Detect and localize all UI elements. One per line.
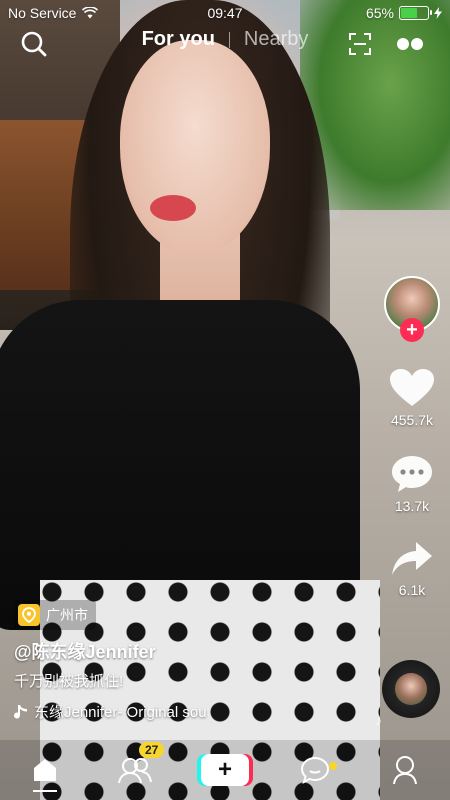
friends-badge: 27 (139, 742, 165, 758)
nav-me[interactable] (381, 750, 429, 790)
feed-tabs: For you Nearby (0, 28, 450, 51)
live-dots-icon[interactable] (395, 36, 425, 52)
floating-note-icon: ♪ (375, 712, 382, 728)
person-face (120, 40, 270, 255)
follow-button[interactable]: + (400, 318, 424, 342)
person-lips (150, 195, 196, 221)
like-count: 455.7k (390, 412, 434, 428)
nav-friends[interactable]: 27 (111, 742, 165, 790)
share-arrow-icon[interactable] (390, 540, 434, 578)
comment-action[interactable]: 13.7k (390, 454, 434, 514)
carrier-label: No Service (8, 5, 77, 21)
video-caption: 千万别被我抓住! (14, 673, 124, 690)
battery-percent: 65% (365, 5, 394, 21)
share-count: 6.1k (398, 582, 426, 598)
video-info: 广州市 @陈东缘Jennifer 千万别被我抓住! 东缘Jennifer- Or… (14, 600, 344, 722)
tab-for-you[interactable]: For you (142, 28, 215, 51)
share-action[interactable]: 6.1k (390, 540, 434, 598)
bottom-nav: 27 + (0, 740, 450, 800)
wifi-icon (82, 7, 99, 19)
comment-icon[interactable] (390, 454, 434, 494)
music-disc-cover (395, 673, 427, 705)
music-disc[interactable] (382, 660, 440, 718)
location-tag[interactable]: 广州市 (14, 600, 96, 630)
message-icon[interactable] (300, 756, 330, 784)
status-right: 65% (366, 5, 442, 21)
nav-home[interactable] (21, 750, 69, 792)
comment-count: 13.7k (394, 498, 430, 514)
battery-icon (399, 6, 432, 20)
music-note-icon (14, 704, 27, 719)
scan-icon[interactable] (348, 32, 372, 56)
location-label: 广州市 (46, 607, 88, 623)
charging-bolt-icon (434, 7, 442, 19)
nav-create[interactable]: + (201, 750, 249, 790)
create-button[interactable]: + (201, 754, 249, 786)
tab-nearby[interactable]: Nearby (244, 28, 308, 51)
top-nav: For you Nearby (0, 28, 450, 58)
like-action[interactable]: 455.7k (389, 368, 435, 428)
music-info[interactable]: 东缘Jennifer- Original sou (14, 701, 254, 722)
friends-icon[interactable] (118, 756, 152, 784)
messages-dot (329, 762, 337, 770)
profile-icon[interactable] (391, 755, 419, 785)
location-pin-icon (18, 604, 40, 626)
music-title: 东缘Jennifer- Original sou (34, 704, 207, 721)
video-feed-screen[interactable]: No Service 09:47 65% For you Nearby + 45… (0, 0, 450, 800)
nav-messages[interactable] (291, 750, 339, 790)
author-username[interactable]: @陈东缘Jennifer (14, 638, 344, 664)
home-icon[interactable] (31, 756, 59, 784)
status-bar: No Service 09:47 65% (0, 0, 450, 26)
status-left: No Service (8, 5, 99, 21)
heart-icon[interactable] (389, 368, 435, 408)
home-active-indicator (33, 790, 57, 792)
battery-fill (401, 8, 418, 18)
action-rail: + 455.7k 13.7k 6.1k (382, 276, 442, 598)
tab-divider (228, 31, 230, 48)
